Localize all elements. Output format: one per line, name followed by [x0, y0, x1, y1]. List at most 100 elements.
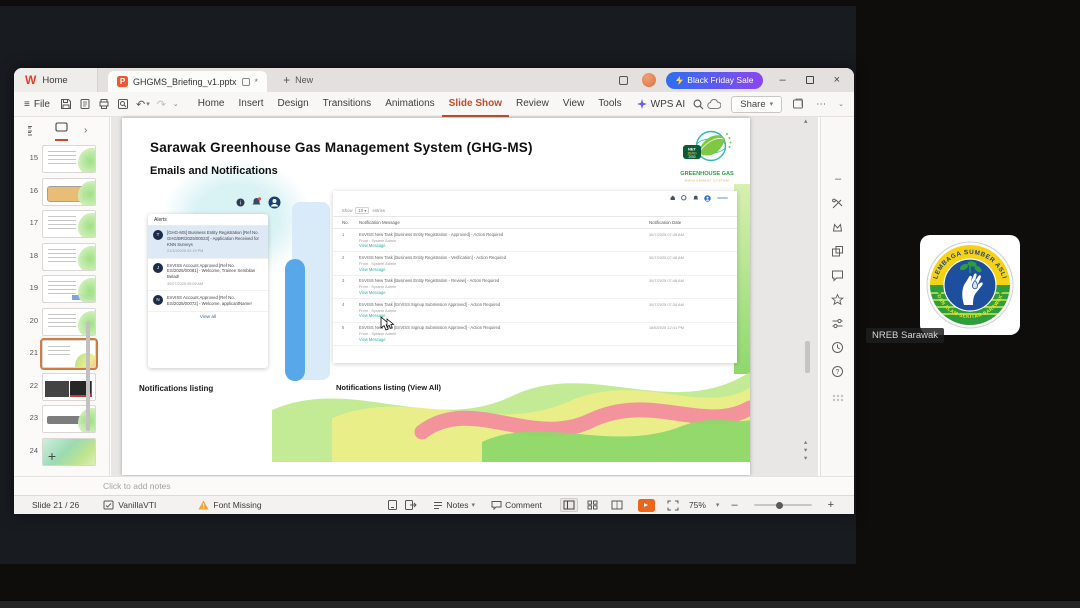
- menu-tab[interactable]: Transitions: [316, 92, 379, 117]
- collapse-sidebar-icon[interactable]: –: [831, 173, 845, 187]
- slide-thumbnail-row[interactable]: 22: [14, 372, 110, 406]
- slide-thumbnail[interactable]: [42, 275, 96, 303]
- view-message-link[interactable]: View Message: [359, 337, 649, 343]
- slide-thumbnail-row[interactable]: 15: [14, 145, 110, 178]
- minimize-button[interactable]: –: [779, 74, 785, 86]
- slide-thumbnail-row[interactable]: 18: [14, 242, 110, 276]
- slide-thumbnail-row[interactable]: 20: [14, 307, 110, 341]
- slide-thumbnail-row[interactable]: 16: [14, 177, 110, 211]
- view-message-link[interactable]: View Message: [359, 290, 649, 296]
- theme-name-button[interactable]: VanillaVTI: [103, 500, 156, 510]
- redo-button[interactable]: ↷: [157, 98, 166, 111]
- zoom-slider[interactable]: [753, 501, 812, 509]
- slide-scrollbar[interactable]: ▴ ▴ ▾ ▾: [803, 117, 813, 476]
- tab-list-icon[interactable]: [619, 75, 629, 85]
- notes-toggle[interactable]: Notes ▾: [433, 500, 475, 510]
- black-friday-sale-button[interactable]: Black Friday Sale: [666, 71, 764, 89]
- output-icon[interactable]: [79, 98, 91, 110]
- zoom-out-button[interactable]: –: [725, 499, 743, 511]
- print-preview-icon[interactable]: [117, 98, 129, 110]
- exit-pane-icon[interactable]: [404, 499, 418, 511]
- font-missing-warning[interactable]: Font Missing: [198, 500, 262, 510]
- thumbnail-scrollbar[interactable]: [86, 321, 90, 431]
- slide-view-icon[interactable]: [55, 119, 68, 141]
- slide-thumbnail-row[interactable]: 24: [14, 437, 110, 471]
- slide-thumbnail-row[interactable]: 19: [14, 275, 110, 308]
- more-icon[interactable]: ⋯: [816, 99, 826, 110]
- scrollbar-thumb[interactable]: [805, 341, 810, 373]
- new-tab-button[interactable]: + New: [283, 73, 313, 87]
- settings-sliders-icon[interactable]: [831, 317, 845, 331]
- menu-tab[interactable]: Home: [191, 92, 232, 117]
- participant-video-tile[interactable]: LEMBAGA SUMBER ASLI DAN ALAM SEKITAR SAR…: [920, 235, 1020, 335]
- menu-tab[interactable]: Animations: [378, 92, 441, 117]
- tab-preview-icon[interactable]: [241, 77, 250, 86]
- menu-tab[interactable]: Slide Show: [442, 92, 509, 117]
- scroll-up-icon[interactable]: ▴: [804, 117, 808, 125]
- add-slide-button[interactable]: +: [42, 448, 62, 464]
- undo-button[interactable]: ↶ ▾: [136, 98, 150, 111]
- qat-more-icon[interactable]: ⌄: [173, 100, 179, 108]
- collapse-ribbon-icon[interactable]: ⌄: [838, 100, 844, 108]
- favorites-star-icon[interactable]: [831, 293, 845, 307]
- slide-thumbnail-row[interactable]: 21: [14, 338, 110, 373]
- next-slide-icon[interactable]: ▾: [804, 455, 807, 462]
- maximize-button[interactable]: [805, 76, 814, 84]
- share-button[interactable]: Share ▾: [731, 95, 783, 113]
- tab-home[interactable]: W Home: [14, 68, 98, 92]
- format-brush-icon[interactable]: [831, 197, 845, 211]
- single-view-icon[interactable]: [387, 499, 398, 511]
- menu-tab[interactable]: Review: [509, 92, 556, 117]
- zoom-dropdown-icon[interactable]: ▾: [716, 501, 720, 509]
- expand-panel-icon[interactable]: ›: [84, 125, 87, 136]
- design-theme-icon[interactable]: [831, 221, 845, 235]
- history-panel-icon[interactable]: [792, 98, 804, 110]
- slide-21[interactable]: Sarawak Greenhouse Gas Management System…: [122, 118, 750, 475]
- save-icon[interactable]: [60, 98, 72, 110]
- slide-thumbnail-row[interactable]: 17: [14, 210, 110, 243]
- shapes-icon[interactable]: [831, 245, 845, 259]
- account-avatar[interactable]: [642, 73, 657, 87]
- print-icon[interactable]: [98, 98, 110, 110]
- menu-tab[interactable]: Insert: [231, 92, 270, 117]
- help-icon[interactable]: ?: [831, 365, 845, 379]
- cloud-sync-icon[interactable]: [707, 98, 722, 110]
- view-all-link[interactable]: View all: [148, 312, 268, 324]
- fit-screen-icon[interactable]: [667, 500, 679, 511]
- reading-view-button[interactable]: [608, 498, 626, 512]
- alert-notification-item[interactable]: J EnVISS Account Approved [Ref No. ES/20…: [148, 259, 268, 291]
- view-message-link[interactable]: View Message: [359, 267, 649, 273]
- alert-notification-item[interactable]: N EnVISS Account Approved [Ref No. ES/20…: [148, 291, 268, 313]
- notes-bar[interactable]: Click to add notes: [14, 476, 854, 495]
- menu-tab[interactable]: Design: [271, 92, 316, 117]
- history-clock-icon[interactable]: [831, 341, 845, 355]
- zoom-level[interactable]: 75%: [689, 500, 706, 510]
- view-message-link[interactable]: View Message: [359, 243, 649, 249]
- close-button[interactable]: ×: [834, 74, 840, 86]
- comment-button[interactable]: Comment: [491, 500, 542, 510]
- slide-sorter-view-button[interactable]: [584, 498, 602, 512]
- zoom-slider-knob[interactable]: [775, 501, 783, 509]
- slideshow-play-button[interactable]: [637, 498, 655, 512]
- menu-tab[interactable]: Tools: [591, 92, 628, 117]
- previous-slide-icon[interactable]: ▴: [804, 439, 807, 446]
- normal-view-button[interactable]: [559, 498, 578, 512]
- slide-thumbnail[interactable]: [42, 210, 96, 238]
- entries-select[interactable]: 10 ▾: [355, 207, 370, 214]
- file-menu[interactable]: ≡ File: [24, 99, 50, 110]
- wps-ai-button[interactable]: WPS AI: [629, 99, 693, 110]
- apps-grid-icon[interactable]: [831, 393, 845, 407]
- outline-view-icon[interactable]: [27, 125, 39, 136]
- slide-thumbnail[interactable]: [42, 145, 96, 173]
- slide-menu-icon[interactable]: ▾: [804, 447, 807, 454]
- view-message-link[interactable]: View Message: [359, 313, 649, 319]
- search-icon[interactable]: [693, 99, 704, 110]
- tab-document[interactable]: P GHGMS_Briefing_v1.pptx *: [108, 71, 268, 92]
- notes-placeholder[interactable]: Click to add notes: [103, 481, 171, 491]
- slide-thumbnail[interactable]: [42, 242, 96, 271]
- alert-notification-item[interactable]: T [GHG-MS] Business Entity Registration …: [148, 226, 268, 259]
- slide-thumbnail[interactable]: [42, 177, 96, 206]
- menu-tab[interactable]: View: [556, 92, 592, 117]
- slide-thumbnail-row[interactable]: 23: [14, 405, 110, 438]
- zoom-in-button[interactable]: +: [822, 499, 840, 511]
